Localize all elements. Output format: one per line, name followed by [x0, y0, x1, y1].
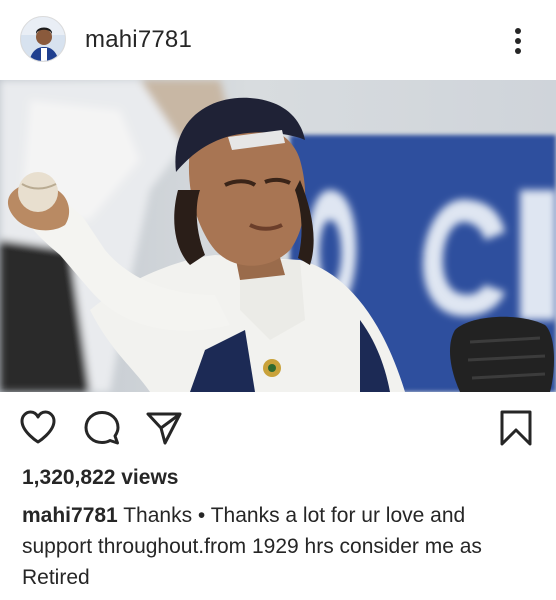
avatar[interactable]	[20, 16, 66, 62]
comment-icon[interactable]	[82, 408, 122, 448]
post-image	[0, 80, 556, 392]
heart-icon[interactable]	[18, 408, 58, 448]
profile-photo	[21, 17, 65, 61]
post-actions	[0, 392, 556, 464]
views-count[interactable]: 1,320,822 views	[22, 466, 178, 490]
send-icon[interactable]	[144, 408, 184, 448]
caption-username[interactable]: mahi7781	[22, 504, 118, 527]
bookmark-icon[interactable]	[496, 408, 536, 448]
bottom-edge	[0, 592, 556, 600]
caption: mahi7781 Thanks • Thanks a lot for ur lo…	[22, 500, 532, 593]
post-photo[interactable]	[0, 80, 556, 392]
post-username[interactable]: mahi7781	[85, 26, 192, 54]
post-header: mahi7781	[0, 0, 556, 80]
more-options-icon[interactable]	[506, 26, 530, 56]
